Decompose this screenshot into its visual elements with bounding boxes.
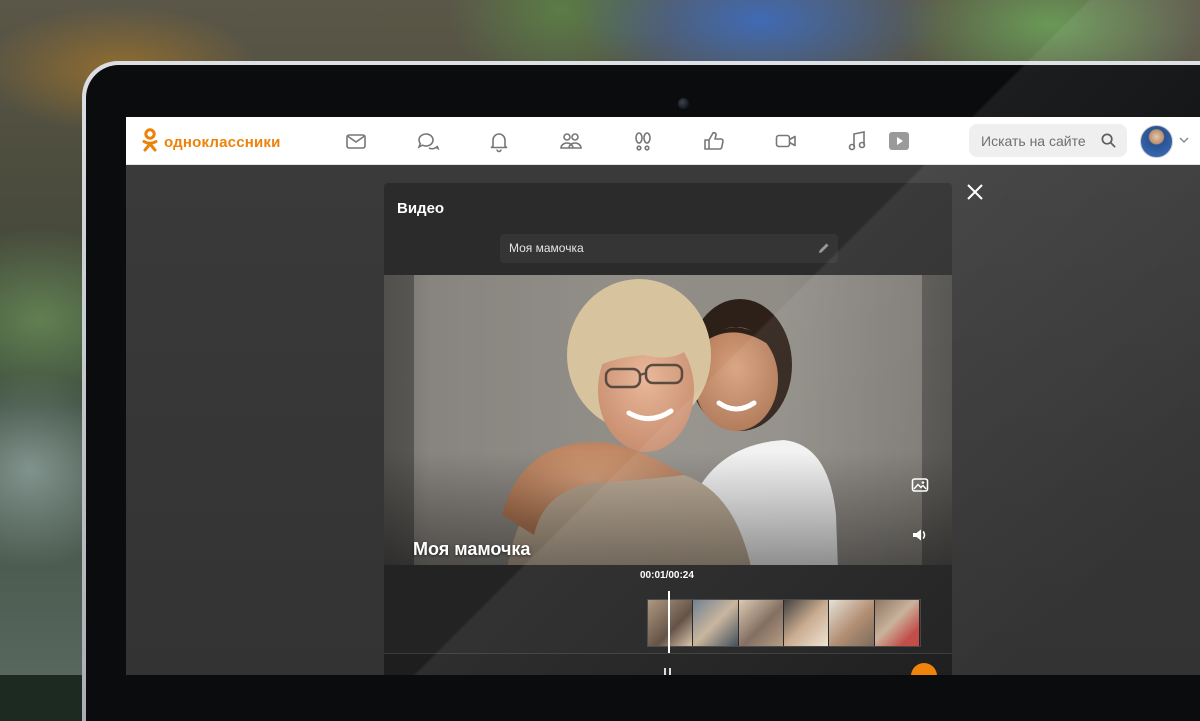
video-preview[interactable]: Моя мамочка	[384, 275, 952, 597]
brand-name: одноклассники	[164, 134, 281, 151]
modal-title: Видео	[397, 200, 445, 217]
timeline-thumbnail[interactable]	[783, 600, 830, 646]
confirm-button[interactable]	[911, 663, 937, 675]
people-icon[interactable]	[559, 129, 583, 153]
close-icon[interactable]	[965, 182, 985, 202]
envelope-icon[interactable]	[344, 129, 368, 153]
search-icon[interactable]	[1100, 132, 1117, 149]
video-editor-modal: Видео Моя мамочка Моя мамочка 00:01/00:2…	[384, 183, 952, 675]
music-note-icon[interactable]	[845, 129, 869, 153]
video-camera-icon[interactable]	[774, 129, 798, 153]
timeline-thumbnail[interactable]	[693, 600, 739, 646]
top-navigation-bar: одноклассники Искать на сайте	[126, 117, 1200, 165]
video-name-input[interactable]: Моя мамочка	[509, 241, 584, 255]
user-avatar[interactable]	[1140, 125, 1173, 158]
bell-icon[interactable]	[487, 129, 511, 153]
volume-icon[interactable]	[910, 525, 930, 545]
ok-logo-icon	[142, 128, 158, 157]
play-square-icon[interactable]	[887, 129, 911, 153]
playback-time: 00:01/00:24	[640, 570, 694, 581]
timeline[interactable]: 00:01/00:24	[384, 565, 952, 653]
video-caption: Моя мамочка	[413, 539, 531, 559]
site-search[interactable]: Искать на сайте	[969, 124, 1127, 157]
footprints-icon[interactable]	[631, 129, 655, 153]
chat-bubbles-icon[interactable]	[416, 129, 440, 153]
video-name-field[interactable]: Моя мамочка	[500, 234, 838, 263]
timeline-thumbnail[interactable]	[829, 600, 875, 646]
thumbs-up-icon[interactable]	[702, 129, 726, 153]
timeline-thumbnail[interactable]	[738, 600, 784, 646]
thumbnail-strip[interactable]	[647, 599, 921, 647]
pencil-icon[interactable]	[817, 241, 831, 255]
timeline-thumbnail[interactable]	[874, 600, 920, 646]
pause-icon[interactable]	[664, 668, 671, 675]
timeline-thumbnail[interactable]	[648, 600, 694, 646]
search-input[interactable]: Искать на сайте	[981, 133, 1086, 149]
modal-footer	[384, 653, 952, 675]
webcam-icon	[678, 98, 689, 109]
image-icon[interactable]	[910, 475, 930, 495]
ok-logo[interactable]: одноклассники	[142, 128, 281, 157]
chevron-down-icon[interactable]	[1177, 133, 1191, 147]
playhead[interactable]	[668, 591, 670, 653]
laptop-screen: одноклассники Искать на сайте Видео Моя …	[126, 117, 1200, 675]
